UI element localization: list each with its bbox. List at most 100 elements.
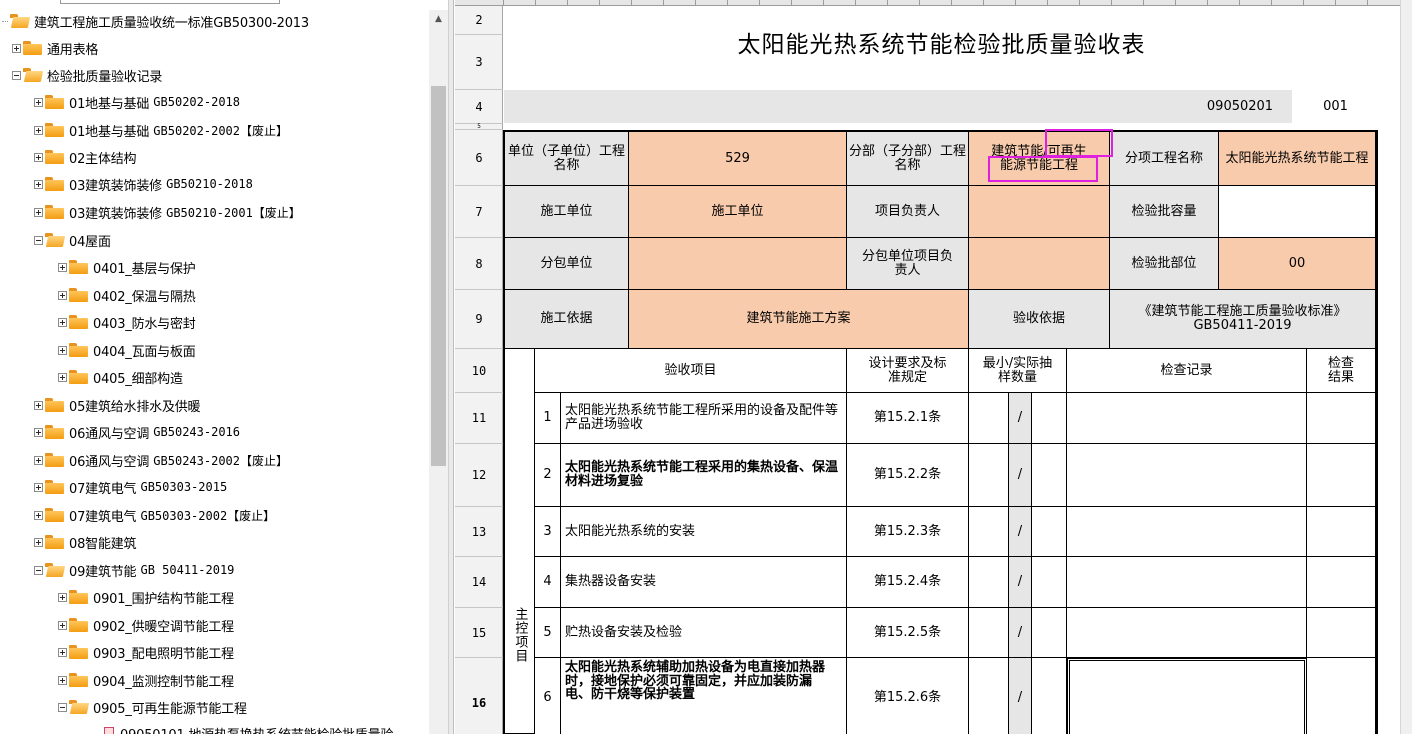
tree-item-foundation-2018[interactable]: 01地基与基础 GB50202-2018 bbox=[34, 91, 240, 113]
tree-item-electrical-2002[interactable]: 07建筑电气 GB50303-2002【废止】 bbox=[34, 504, 275, 526]
tree-root[interactable]: 建筑工程施工质量验收统一标准GB50300-2013 bbox=[2, 10, 309, 32]
result-cell[interactable] bbox=[1307, 507, 1376, 557]
tree-item-decoration-2018[interactable]: 03建筑装饰装修 GB50210-2018 bbox=[34, 173, 253, 195]
record-cell[interactable] bbox=[1067, 608, 1307, 658]
tree-item-hvac-2016[interactable]: 06通风与空调 GB50243-2016 bbox=[34, 421, 240, 443]
item-text[interactable]: 太阳能光热系统辅助加热设备为电直接加热器时，接地保护必须可靠固定，并应加装防漏电… bbox=[561, 658, 847, 734]
collapse-icon[interactable] bbox=[12, 70, 21, 80]
tree-item-0402[interactable]: 0402_保温与隔热 bbox=[58, 284, 196, 306]
division-value[interactable]: 建筑节能/可再生 能源节能工程 bbox=[969, 132, 1110, 186]
item-text[interactable]: 太阳能光热系统节能工程所采用的设备及配件等产品进场验收 bbox=[561, 393, 847, 444]
tree-item-inspection-records[interactable]: 检验批质量验收记录 bbox=[12, 64, 162, 86]
record-cell-selected[interactable] bbox=[1067, 658, 1307, 734]
collapse-icon[interactable] bbox=[58, 702, 67, 712]
record-cell[interactable] bbox=[1067, 557, 1307, 608]
tree-item-0902[interactable]: 0902_供暖空调节能工程 bbox=[58, 614, 234, 636]
actual-sample-cell[interactable] bbox=[1031, 507, 1067, 557]
tree-item-main-structure[interactable]: 02主体结构 bbox=[34, 146, 137, 168]
expand-icon[interactable] bbox=[34, 510, 43, 520]
actual-sample-cell[interactable] bbox=[1031, 557, 1067, 608]
item-text[interactable]: 贮热设备安装及检验 bbox=[561, 608, 847, 658]
row-number[interactable]: 6 bbox=[455, 130, 503, 186]
expand-icon[interactable] bbox=[34, 207, 43, 217]
tree-item-0903[interactable]: 0903_配电照明节能工程 bbox=[58, 641, 234, 663]
form-seq-cell[interactable]: 001 bbox=[1292, 90, 1379, 123]
tree-item-0904[interactable]: 0904_监测控制节能工程 bbox=[58, 669, 234, 691]
tree-scrollbar[interactable]: ▲ bbox=[429, 10, 448, 734]
item-text[interactable]: 太阳能光热系统节能工程采用的集热设备、保温材料进场复验 bbox=[561, 444, 847, 507]
tree-item-roofing[interactable]: 04屋面 bbox=[34, 229, 111, 251]
actual-sample-cell[interactable] bbox=[1031, 393, 1067, 444]
tree-item-0905[interactable]: 0905_可再生能源节能工程 bbox=[58, 696, 247, 718]
tree-item-0405[interactable]: 0405_细部构造 bbox=[58, 366, 183, 388]
expand-icon[interactable] bbox=[58, 290, 67, 300]
actual-sample-cell[interactable] bbox=[1031, 658, 1067, 734]
expand-icon[interactable] bbox=[34, 427, 43, 437]
row-number[interactable]: 12 bbox=[455, 444, 503, 507]
collapse-icon[interactable] bbox=[34, 235, 43, 245]
tree-item-09050101[interactable]: 09050101 地源热泵换热系统节能检验批质量验 bbox=[104, 722, 394, 734]
record-cell[interactable] bbox=[1067, 507, 1307, 557]
min-sample-cell[interactable] bbox=[969, 658, 1009, 734]
tree-item-hvac-2002[interactable]: 06通风与空调 GB50243-2002【废止】 bbox=[34, 449, 288, 471]
expand-icon[interactable] bbox=[34, 482, 43, 492]
row-number[interactable]: 16 bbox=[455, 658, 503, 734]
tree-item-foundation-2002[interactable]: 01地基与基础 GB50202-2002【废止】 bbox=[34, 119, 288, 141]
tree-item-decoration-2001[interactable]: 03建筑装饰装修 GB50210-2001【废止】 bbox=[34, 201, 301, 223]
result-cell[interactable] bbox=[1307, 608, 1376, 658]
expand-icon[interactable] bbox=[34, 97, 43, 107]
tree-item-plumbing[interactable]: 05建筑给水排水及供暖 bbox=[34, 394, 201, 416]
row-number[interactable]: 8 bbox=[455, 238, 503, 290]
min-sample-cell[interactable] bbox=[969, 444, 1009, 507]
record-cell[interactable] bbox=[1067, 393, 1307, 444]
record-cell[interactable] bbox=[1067, 444, 1307, 507]
min-sample-cell[interactable] bbox=[969, 608, 1009, 658]
row-number[interactable]: 9 bbox=[455, 290, 503, 349]
row-number[interactable]: 13 bbox=[455, 507, 503, 557]
expand-icon[interactable] bbox=[58, 345, 67, 355]
result-cell[interactable] bbox=[1307, 658, 1376, 734]
row-number[interactable]: 11 bbox=[455, 393, 503, 444]
expand-icon[interactable] bbox=[58, 675, 67, 685]
row-number[interactable]: 2 bbox=[455, 6, 503, 35]
item-text[interactable]: 集热器设备安装 bbox=[561, 557, 847, 608]
row-number[interactable]: 7 bbox=[455, 186, 503, 238]
unit-project-value[interactable]: 529 bbox=[629, 132, 847, 186]
location-value[interactable]: 00 bbox=[1219, 238, 1376, 290]
basis-value[interactable]: 建筑节能施工方案 bbox=[629, 290, 969, 349]
result-cell[interactable] bbox=[1307, 557, 1376, 608]
actual-sample-cell[interactable] bbox=[1031, 444, 1067, 507]
sheet-scrollbar[interactable] bbox=[1400, 0, 1412, 734]
item-text[interactable]: 太阳能光热系统的安装 bbox=[561, 507, 847, 557]
subcontractor-value[interactable] bbox=[629, 238, 847, 290]
row-number[interactable]: 15 bbox=[455, 608, 503, 658]
expand-icon[interactable] bbox=[34, 125, 43, 135]
pm-value[interactable] bbox=[969, 186, 1110, 238]
expand-icon[interactable] bbox=[58, 592, 67, 602]
tree-item-energy-saving[interactable]: 09建筑节能 GB 50411-2019 bbox=[34, 559, 234, 581]
row-number[interactable]: 10 bbox=[455, 349, 503, 393]
actual-sample-cell[interactable] bbox=[1031, 608, 1067, 658]
tree-item-electrical-2015[interactable]: 07建筑电气 GB50303-2015 bbox=[34, 476, 227, 498]
acceptance-basis-value[interactable]: 《建筑节能工程施工质量验收标准》GB50411-2019 bbox=[1110, 290, 1376, 349]
collapse-icon[interactable] bbox=[34, 565, 43, 575]
min-sample-cell[interactable] bbox=[969, 393, 1009, 444]
expand-icon[interactable] bbox=[58, 647, 67, 657]
scroll-up-arrow-icon[interactable]: ▲ bbox=[429, 10, 448, 28]
expand-icon[interactable] bbox=[34, 537, 43, 547]
row-number[interactable]: 4 bbox=[455, 90, 503, 124]
row-number[interactable]: 14 bbox=[455, 557, 503, 608]
row-number[interactable]: 3 bbox=[455, 35, 503, 90]
expand-icon[interactable] bbox=[58, 317, 67, 327]
tree-item-0901[interactable]: 0901_围护结构节能工程 bbox=[58, 586, 234, 608]
subitem-value[interactable]: 太阳能光热系统节能工程 bbox=[1219, 132, 1376, 186]
result-cell[interactable] bbox=[1307, 393, 1376, 444]
expand-icon[interactable] bbox=[34, 400, 43, 410]
expand-icon[interactable] bbox=[58, 620, 67, 630]
form-code-cell[interactable]: 09050201 bbox=[1190, 90, 1290, 123]
expand-icon[interactable] bbox=[12, 43, 21, 53]
tree-scroll-thumb[interactable] bbox=[431, 86, 446, 466]
expand-icon[interactable] bbox=[34, 455, 43, 465]
tree-item-0404[interactable]: 0404_瓦面与板面 bbox=[58, 339, 196, 361]
min-sample-cell[interactable] bbox=[969, 557, 1009, 608]
